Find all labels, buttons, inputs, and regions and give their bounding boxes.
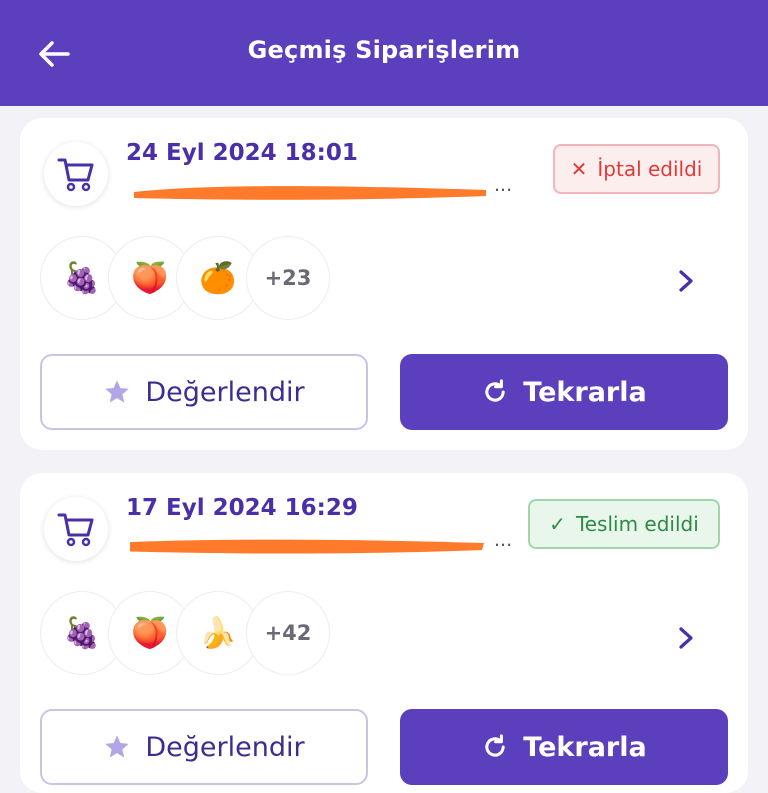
chevron-right-icon[interactable] [672, 266, 700, 296]
order-date: 17 Eyl 2024 16:29 [126, 495, 358, 521]
status-badge: ✓ Teslim edildi [528, 499, 720, 549]
chevron-right-icon[interactable] [672, 623, 700, 653]
order-date: 24 Eyl 2024 18:01 [126, 140, 358, 166]
star-icon [105, 735, 130, 758]
page-title: Geçmiş Siparişlerim [247, 36, 521, 64]
address-ellipsis: ... [494, 531, 513, 551]
refresh-icon [485, 734, 505, 757]
rate-button[interactable]: Değerlendir [40, 709, 368, 785]
repeat-button-label: Tekrarla [523, 376, 647, 408]
cart-icon [44, 142, 108, 206]
cart-icon [44, 497, 108, 561]
order-address: ... [126, 531, 516, 557]
status-badge: ✕ İptal edildi [553, 144, 720, 194]
address-ellipsis: ... [494, 176, 513, 196]
repeat-button-label: Tekrarla [523, 731, 647, 763]
more-items-count: +42 [246, 591, 330, 675]
refresh-icon [485, 379, 505, 402]
repeat-order-button[interactable]: Tekrarla [400, 354, 728, 430]
more-items-count: +23 [246, 236, 330, 320]
repeat-order-button[interactable]: Tekrarla [400, 709, 728, 785]
rate-button-label: Değerlendir [145, 731, 305, 763]
check-icon: ✓ [549, 512, 566, 536]
order-address: ... [126, 176, 516, 202]
rate-button[interactable]: Değerlendir [40, 354, 368, 430]
redaction-mark [134, 186, 486, 200]
order-card[interactable]: 17 Eyl 2024 16:29 ... ✓ Teslim edildi 🍇 … [20, 473, 748, 793]
rate-button-label: Değerlendir [145, 376, 305, 408]
redaction-mark [130, 539, 484, 554]
status-label: Teslim edildi [575, 512, 699, 536]
order-card[interactable]: 24 Eyl 2024 18:01 ... ✕ İptal edildi 🍇 🍑… [20, 118, 748, 450]
star-icon [105, 380, 130, 403]
status-label: İptal edildi [597, 157, 703, 181]
app-header: Geçmiş Siparişlerim [0, 0, 768, 106]
close-icon: ✕ [570, 157, 588, 181]
